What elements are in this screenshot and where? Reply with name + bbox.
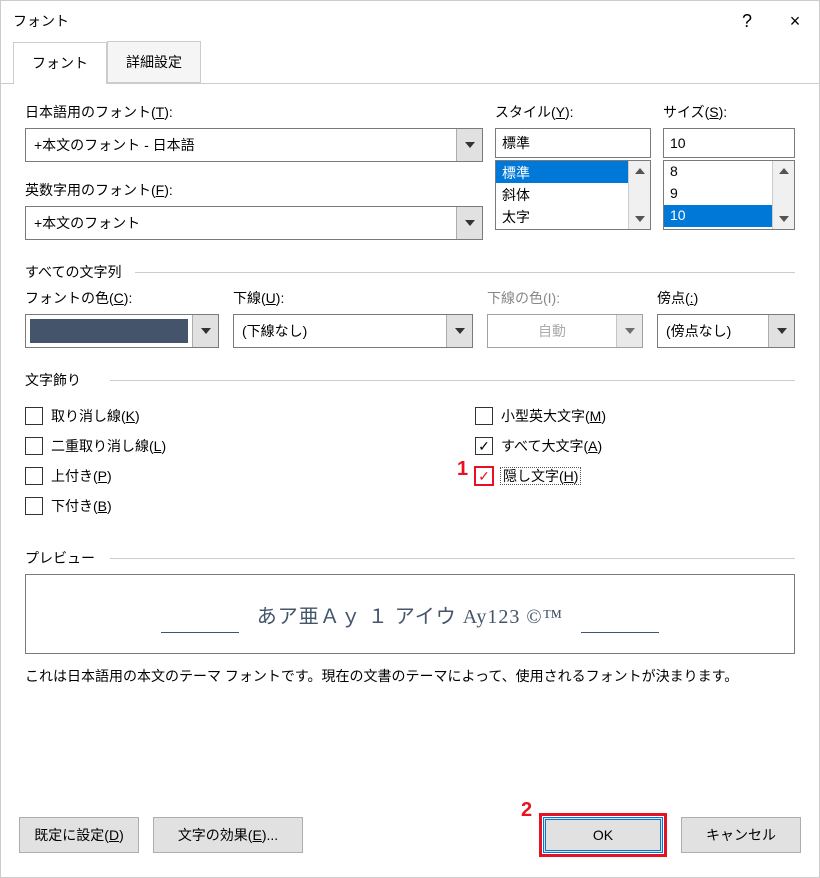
scrollbar[interactable] [628, 161, 650, 229]
label-double-strikethrough: 二重取り消し線(L) [51, 436, 166, 456]
font-dialog: フォント ? × フォント 詳細設定 日本語用のフォント(T): +本文のフォン… [0, 0, 820, 878]
color-swatch [30, 319, 188, 343]
english-font-value: +本文のフォント [26, 213, 456, 233]
scroll-up-icon[interactable] [773, 161, 794, 181]
text-effects-button[interactable]: 文字の効果(E)... [153, 817, 303, 853]
label-english-font: 英数字用のフォント(F): [25, 180, 483, 200]
label-subscript: 下付き(B) [51, 496, 112, 516]
dialog-title: フォント [13, 11, 69, 31]
section-effects: 文字飾り [25, 370, 795, 390]
footer: 既定に設定(D) 文字の効果(E)... 2 OK キャンセル [1, 799, 819, 877]
font-color-combo[interactable] [25, 314, 219, 348]
label-size: サイズ(S): [663, 102, 795, 122]
content-area: 日本語用のフォント(T): +本文のフォント - 日本語 英数字用のフォント(F… [1, 84, 819, 799]
japanese-font-combo[interactable]: +本文のフォント - 日本語 [25, 128, 483, 162]
underline-combo[interactable]: (下線なし) [233, 314, 473, 348]
size-input[interactable] [663, 128, 795, 158]
japanese-font-value: +本文のフォント - 日本語 [26, 135, 456, 155]
section-preview: プレビュー [25, 548, 795, 568]
style-listbox[interactable]: 標準 斜体 太字 [495, 160, 651, 230]
list-item[interactable]: 太字 [496, 205, 628, 227]
label-underline: 下線(U): [233, 288, 473, 308]
scroll-up-icon[interactable] [629, 161, 650, 181]
label-style: スタイル(Y): [495, 102, 651, 122]
checkbox-double-strikethrough[interactable] [25, 437, 43, 455]
checkbox-hidden[interactable] [475, 467, 493, 485]
label-strikethrough: 取り消し線(K) [51, 406, 140, 426]
scroll-down-icon[interactable] [629, 209, 650, 229]
tab-advanced[interactable]: 詳細設定 [107, 41, 201, 83]
style-input[interactable] [495, 128, 651, 158]
chevron-down-icon[interactable] [456, 129, 482, 161]
checkbox-superscript[interactable] [25, 467, 43, 485]
list-item[interactable]: 10 [664, 205, 772, 227]
emphasis-combo[interactable]: (傍点なし) [657, 314, 795, 348]
set-default-button[interactable]: 既定に設定(D) [19, 817, 139, 853]
tabs: フォント 詳細設定 [1, 41, 819, 84]
titlebar: フォント ? × [1, 1, 819, 41]
help-icon[interactable]: ? [735, 11, 759, 32]
underline-color-value: 自動 [488, 321, 616, 341]
english-font-combo[interactable]: +本文のフォント [25, 206, 483, 240]
label-small-caps: 小型英大文字(M) [501, 406, 606, 426]
annotation-1: 1 [457, 458, 468, 481]
section-all-text: すべての文字列 [25, 262, 795, 282]
preview-text: あア亜Ａｙ １ アイウ Ay123 ©™ [257, 600, 563, 629]
ok-button[interactable]: OK [543, 817, 663, 853]
preview-box: あア亜Ａｙ １ アイウ Ay123 ©™ [25, 574, 795, 654]
list-item[interactable]: 8 [664, 161, 772, 183]
label-japanese-font: 日本語用のフォント(T): [25, 102, 483, 122]
size-listbox[interactable]: 8 9 10 [663, 160, 795, 230]
label-emphasis: 傍点(:) [657, 288, 795, 308]
close-icon[interactable]: × [783, 11, 807, 32]
scrollbar[interactable] [772, 161, 794, 229]
checkbox-small-caps[interactable] [475, 407, 493, 425]
checkbox-strikethrough[interactable] [25, 407, 43, 425]
cancel-button[interactable]: キャンセル [681, 817, 801, 853]
label-hidden: 隠し文字(H) [501, 466, 580, 486]
underline-color-combo: 自動 [487, 314, 643, 348]
emphasis-value: (傍点なし) [658, 321, 768, 341]
list-item[interactable]: 標準 [496, 161, 628, 183]
chevron-down-icon[interactable] [192, 315, 218, 347]
label-all-caps: すべて大文字(A) [501, 436, 602, 456]
underline-value: (下線なし) [234, 321, 446, 341]
checkbox-all-caps[interactable] [475, 437, 493, 455]
annotation-2: 2 [521, 799, 532, 822]
checkbox-subscript[interactable] [25, 497, 43, 515]
chevron-down-icon[interactable] [456, 207, 482, 239]
preview-description: これは日本語用の本文のテーマ フォントです。現在の文書のテーマによって、使用され… [25, 666, 795, 686]
label-font-color: フォントの色(C): [25, 288, 219, 308]
label-underline-color: 下線の色(I): [487, 288, 643, 308]
chevron-down-icon[interactable] [768, 315, 794, 347]
chevron-down-icon [616, 315, 642, 347]
list-item[interactable]: 斜体 [496, 183, 628, 205]
scroll-down-icon[interactable] [773, 209, 794, 229]
chevron-down-icon[interactable] [446, 315, 472, 347]
tab-font[interactable]: フォント [13, 42, 107, 84]
label-superscript: 上付き(P) [51, 466, 112, 486]
list-item[interactable]: 9 [664, 183, 772, 205]
